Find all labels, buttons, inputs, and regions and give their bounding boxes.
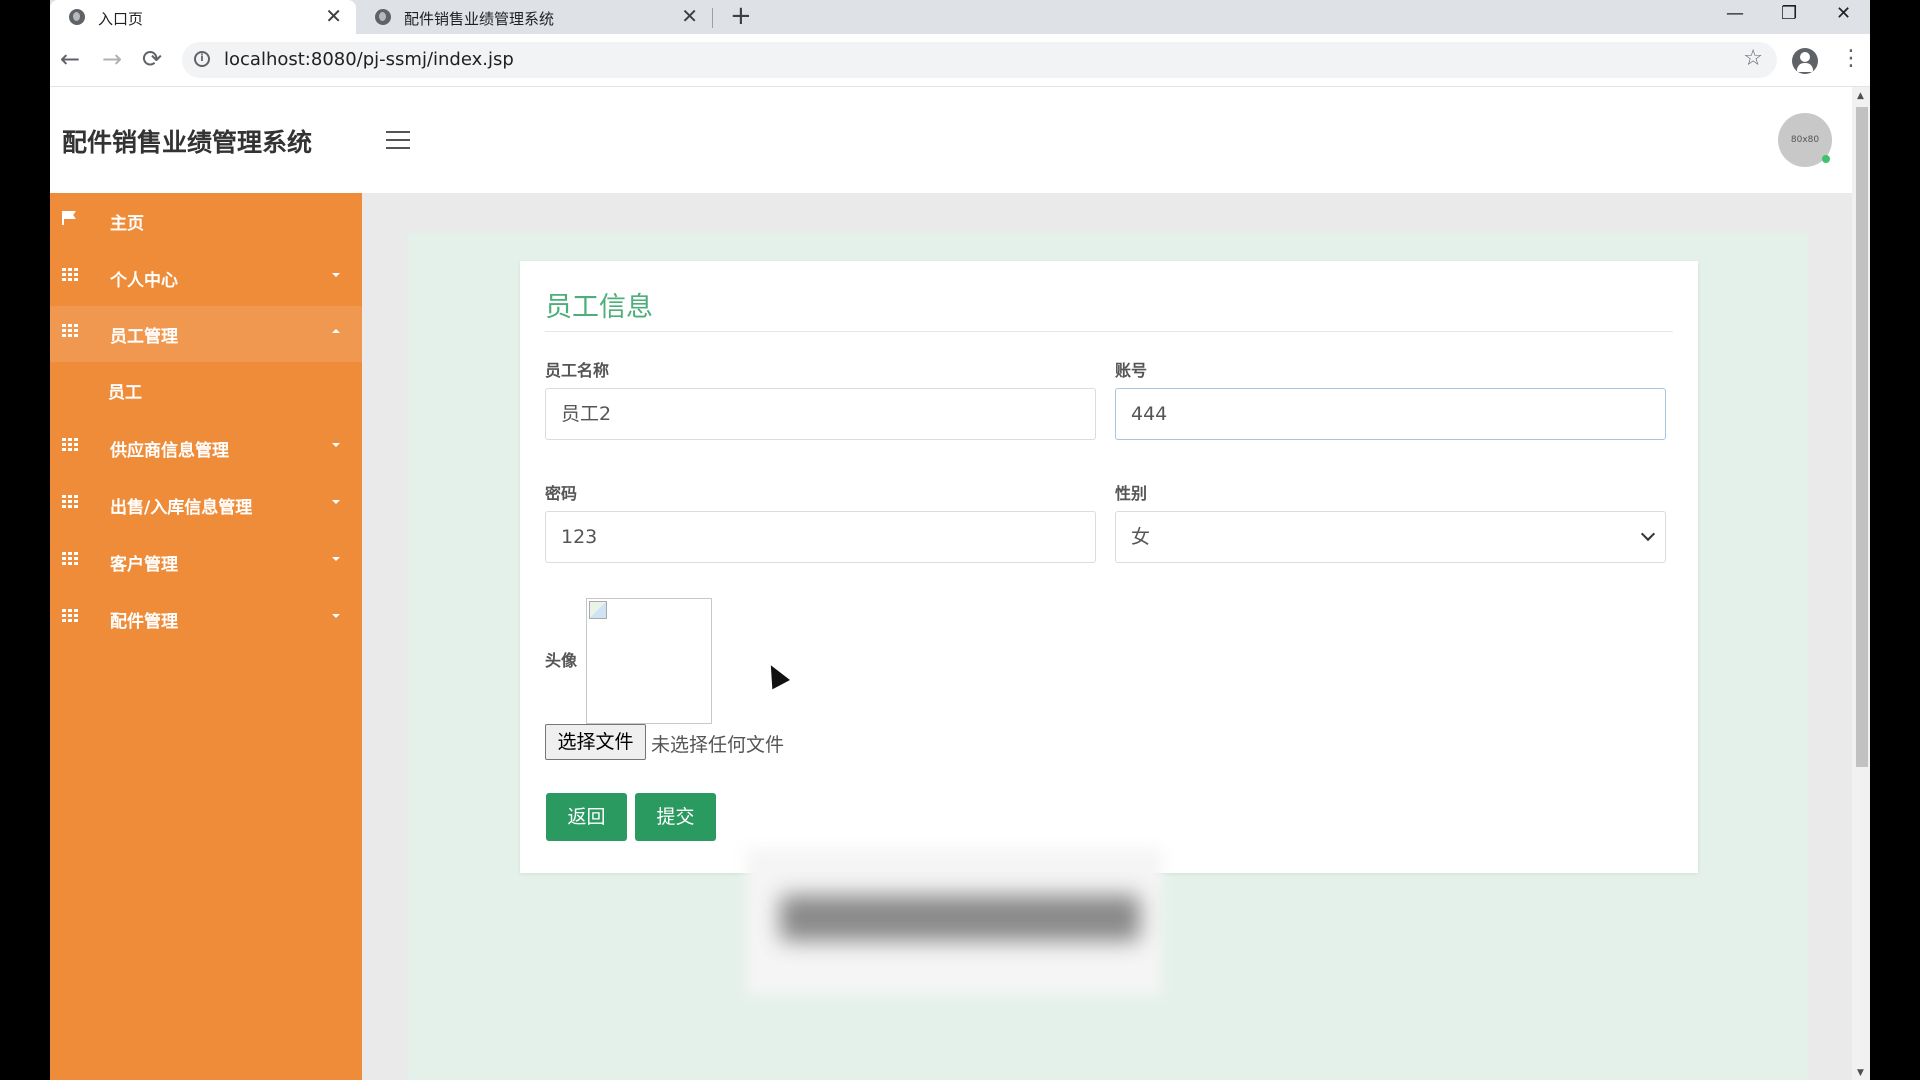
new-tab-button[interactable]: + bbox=[730, 0, 752, 32]
sidebar-item-parts-management[interactable]: 配件管理 bbox=[50, 591, 362, 647]
caret-down-icon bbox=[332, 273, 340, 277]
employee-form-card: 员工信息 员工名称 员工2 账号 444 密码 123 性别 女 头像 选择文件… bbox=[520, 261, 1698, 873]
online-status-icon bbox=[1822, 155, 1830, 163]
tab-entry-page[interactable]: 入口页 ✕ bbox=[50, 0, 356, 34]
reload-button[interactable]: ⟳ bbox=[142, 42, 162, 76]
password-input[interactable]: 123 bbox=[545, 511, 1096, 563]
account-label: 账号 bbox=[1115, 361, 1148, 380]
tab-strip: 入口页 ✕ 配件销售业绩管理系统 ✕ + — ❐ ✕ bbox=[50, 0, 1870, 34]
page-scrollbar[interactable]: ▲ ▼ bbox=[1852, 87, 1870, 1080]
grid-icon bbox=[62, 268, 78, 282]
minimize-button[interactable]: — bbox=[1726, 0, 1744, 28]
window-close-button[interactable]: ✕ bbox=[1836, 0, 1851, 28]
avatar-preview bbox=[586, 598, 712, 724]
sidebar-item-label: 出售/入库信息管理 bbox=[110, 498, 253, 518]
form-title: 员工信息 bbox=[545, 292, 653, 323]
broken-image-icon bbox=[589, 601, 607, 619]
caret-up-icon bbox=[332, 329, 340, 333]
profile-icon[interactable] bbox=[1792, 48, 1818, 74]
gender-select[interactable]: 女 bbox=[1115, 511, 1666, 563]
back-button[interactable]: ← bbox=[60, 42, 80, 76]
user-avatar[interactable]: 80x80 bbox=[1778, 113, 1832, 167]
avatar-label: 头像 bbox=[545, 651, 578, 670]
grid-icon bbox=[62, 609, 78, 623]
sidebar-item-personal-center[interactable]: 个人中心 bbox=[50, 250, 362, 306]
chevron-down-icon bbox=[1640, 526, 1656, 542]
sidebar: 主页 个人中心 员工管理 员工 供应商信息管理 出售/入库信息管理 客户管理 配… bbox=[50, 193, 362, 1080]
sidebar-item-customer-management[interactable]: 客户管理 bbox=[50, 534, 362, 590]
name-label: 员工名称 bbox=[545, 361, 610, 380]
back-button[interactable]: 返回 bbox=[546, 793, 627, 841]
tab-separator bbox=[712, 8, 713, 28]
divider bbox=[545, 331, 1673, 332]
grid-icon bbox=[62, 495, 78, 509]
sidebar-subitem-employee[interactable]: 员工 bbox=[50, 362, 362, 418]
sidebar-item-label: 供应商信息管理 bbox=[110, 441, 229, 461]
grid-icon bbox=[62, 438, 78, 452]
browser-menu-icon[interactable]: ⋮ bbox=[1840, 46, 1862, 71]
caret-down-icon bbox=[332, 614, 340, 618]
flag-icon bbox=[62, 211, 76, 225]
submit-button[interactable]: 提交 bbox=[635, 793, 716, 841]
info-icon[interactable]: i bbox=[194, 51, 210, 67]
sidebar-item-employee-management[interactable]: 员工管理 bbox=[50, 306, 362, 362]
sidebar-item-sales-inventory[interactable]: 出售/入库信息管理 bbox=[50, 477, 362, 533]
scrollbar-thumb[interactable] bbox=[1856, 107, 1868, 767]
grid-icon bbox=[62, 324, 78, 338]
gender-label: 性别 bbox=[1115, 484, 1148, 503]
avatar-text: 80x80 bbox=[1790, 135, 1820, 145]
globe-icon bbox=[69, 9, 85, 25]
forward-button[interactable]: → bbox=[102, 42, 122, 76]
blurred-toast-text bbox=[780, 895, 1140, 941]
caret-down-icon bbox=[332, 557, 340, 561]
app-header: 配件销售业绩管理系统 80x80 bbox=[50, 87, 1852, 193]
sidebar-item-label: 配件管理 bbox=[110, 612, 178, 632]
tab-close-button[interactable]: ✕ bbox=[325, 4, 342, 28]
name-input[interactable]: 员工2 bbox=[545, 388, 1096, 440]
choose-file-button[interactable]: 选择文件 bbox=[545, 724, 646, 760]
gender-value: 女 bbox=[1131, 526, 1151, 548]
url-text[interactable]: localhost:8080/pj-ssmj/index.jsp bbox=[224, 49, 514, 70]
caret-down-icon bbox=[332, 500, 340, 504]
scroll-down-icon[interactable]: ▼ bbox=[1857, 1068, 1864, 1078]
sidebar-item-label: 客户管理 bbox=[110, 555, 178, 575]
tab-title: 配件销售业绩管理系统 bbox=[404, 10, 555, 28]
tab-system[interactable]: 配件销售业绩管理系统 ✕ bbox=[356, 0, 712, 34]
tab-close-button[interactable]: ✕ bbox=[681, 4, 698, 28]
sidebar-item-label: 员工管理 bbox=[110, 327, 178, 347]
sidebar-item-label: 主页 bbox=[110, 214, 144, 234]
password-label: 密码 bbox=[545, 484, 578, 503]
browser-toolbar: ← → ⟳ i localhost:8080/pj-ssmj/index.jsp… bbox=[50, 34, 1870, 87]
scroll-up-icon[interactable]: ▲ bbox=[1857, 91, 1864, 101]
menu-toggle-icon[interactable] bbox=[386, 131, 410, 155]
caret-down-icon bbox=[332, 443, 340, 447]
grid-icon bbox=[62, 552, 78, 566]
globe-icon bbox=[375, 9, 391, 25]
app-title: 配件销售业绩管理系统 bbox=[62, 128, 313, 157]
sidebar-item-label: 个人中心 bbox=[110, 271, 178, 291]
sidebar-item-supplier-management[interactable]: 供应商信息管理 bbox=[50, 420, 362, 476]
tab-title: 入口页 bbox=[98, 10, 144, 28]
file-status-text: 未选择任何文件 bbox=[651, 734, 785, 756]
sidebar-item-label: 员工 bbox=[108, 383, 142, 403]
bookmark-star-icon[interactable]: ☆ bbox=[1743, 46, 1763, 71]
address-bar[interactable]: i localhost:8080/pj-ssmj/index.jsp ☆ bbox=[182, 42, 1777, 78]
account-input[interactable]: 444 bbox=[1115, 388, 1666, 440]
restore-button[interactable]: ❐ bbox=[1781, 0, 1797, 28]
sidebar-item-home[interactable]: 主页 bbox=[50, 193, 362, 249]
